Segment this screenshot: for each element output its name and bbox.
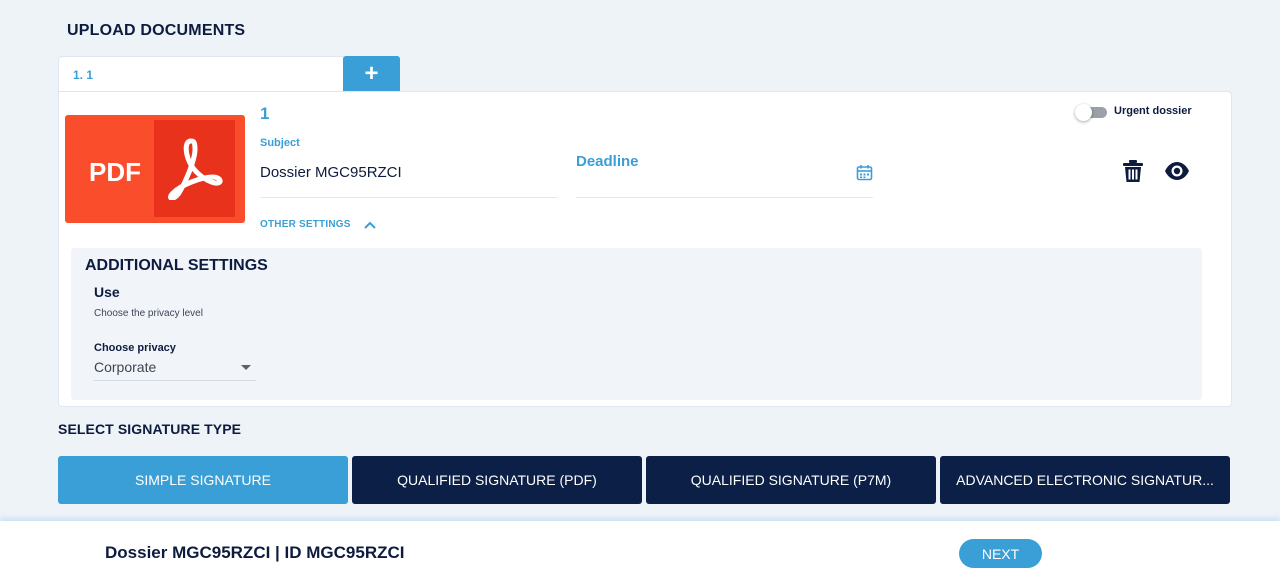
deadline-field[interactable]: Deadline bbox=[576, 144, 873, 198]
chevron-up-icon bbox=[363, 221, 376, 229]
simple-signature-button[interactable]: SIMPLE SIGNATURE bbox=[58, 456, 348, 504]
page-title: UPLOAD DOCUMENTS bbox=[67, 22, 246, 39]
signature-type-options: SIMPLE SIGNATURE QUALIFIED SIGNATURE (PD… bbox=[58, 456, 1230, 504]
use-title: Use bbox=[94, 284, 120, 300]
eye-icon[interactable] bbox=[1164, 161, 1190, 181]
qualified-signature-pdf-button[interactable]: QUALIFIED SIGNATURE (PDF) bbox=[352, 456, 642, 504]
other-settings-label: OTHER SETTINGS bbox=[260, 219, 351, 230]
dossier-title: Dossier MGC95RZCI | ID MGC95RZCI bbox=[105, 543, 405, 562]
tab-document-1[interactable]: 1. 1 bbox=[58, 56, 344, 91]
document-card: PDF 1 Subject Dossier MGC95RZCI Deadline… bbox=[58, 91, 1232, 407]
additional-settings-title: ADDITIONAL SETTINGS bbox=[85, 257, 268, 274]
pdf-thumbnail: PDF bbox=[65, 115, 245, 223]
document-number: 1 bbox=[260, 104, 270, 123]
adobe-pdf-icon bbox=[168, 138, 223, 200]
add-document-button[interactable]: + bbox=[343, 56, 400, 92]
signature-type-heading: SELECT SIGNATURE TYPE bbox=[58, 421, 242, 437]
subject-input[interactable]: Dossier MGC95RZCI bbox=[260, 154, 557, 198]
additional-settings-panel: ADDITIONAL SETTINGS Use Choose the priva… bbox=[71, 248, 1202, 400]
trash-icon[interactable] bbox=[1122, 159, 1144, 183]
calendar-icon[interactable] bbox=[856, 164, 873, 181]
other-settings-toggle[interactable]: OTHER SETTINGS bbox=[260, 219, 377, 230]
next-button[interactable]: NEXT bbox=[959, 539, 1042, 568]
subject-label: Subject bbox=[260, 137, 300, 149]
privacy-select[interactable]: Corporate bbox=[94, 357, 256, 381]
use-description: Choose the privacy level bbox=[94, 308, 203, 319]
deadline-label: Deadline bbox=[576, 153, 639, 170]
privacy-value: Corporate bbox=[94, 359, 157, 375]
urgent-toggle[interactable] bbox=[1075, 104, 1107, 121]
plus-icon: + bbox=[364, 60, 379, 87]
footer-bar: Dossier MGC95RZCI | ID MGC95RZCI NEXT bbox=[0, 521, 1280, 584]
advanced-electronic-signature-button[interactable]: ADVANCED ELECTRONIC SIGNATUR... bbox=[940, 456, 1230, 504]
urgent-label: Urgent dossier bbox=[1114, 105, 1192, 117]
pdf-label: PDF bbox=[89, 157, 141, 187]
qualified-signature-p7m-button[interactable]: QUALIFIED SIGNATURE (P7M) bbox=[646, 456, 936, 504]
privacy-label: Choose privacy bbox=[94, 342, 176, 354]
caret-down-icon bbox=[241, 365, 251, 370]
